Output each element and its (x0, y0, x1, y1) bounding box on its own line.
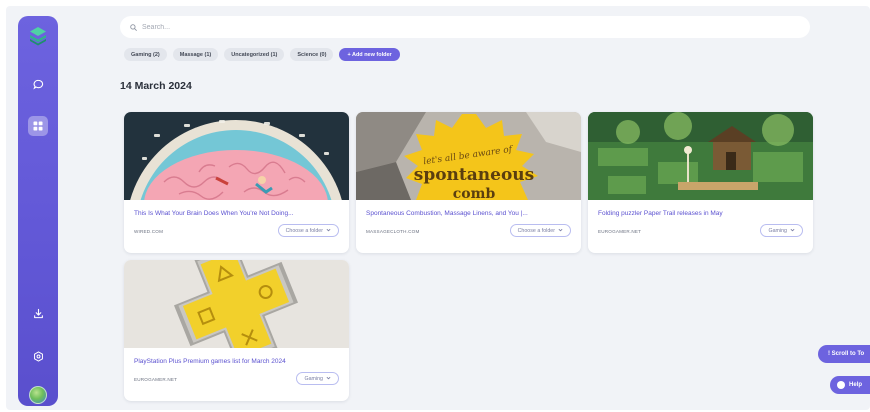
card-source: EUROGAMER.NET (134, 377, 178, 382)
date-heading: 14 March 2024 (120, 80, 192, 92)
folder-select-button[interactable]: Gaming (296, 372, 339, 385)
folder-button-label: Choose a folder (517, 227, 555, 234)
bookmark-card[interactable]: Folding puzzler Paper Trail releases in … (588, 112, 813, 253)
folder-select-button[interactable]: Gaming (760, 224, 803, 237)
thumbnail-text: spontaneous (414, 165, 534, 185)
search-icon (130, 18, 137, 36)
help-label: Help (849, 382, 863, 388)
app-logo[interactable] (26, 24, 50, 48)
scroll-to-top-button[interactable]: ! Scroll to To (818, 345, 870, 363)
help-icon (837, 381, 845, 389)
card-source: EUROGAMER.NET (598, 229, 642, 234)
card-source: MASSAGECLOTH.COM (366, 229, 420, 234)
bookmark-card[interactable]: This Is What Your Brain Does When You're… (124, 112, 349, 253)
choose-folder-button[interactable]: Choose a folder (509, 224, 571, 237)
chevron-down-icon (326, 376, 331, 382)
folder-button-label: Gaming (768, 227, 787, 234)
folder-button-label: Choose a folder (285, 227, 323, 234)
folder-chip-science[interactable]: Science (0) (290, 48, 334, 61)
folder-chip-uncategorized[interactable]: Uncategorized (1) (224, 48, 285, 61)
chat-icon[interactable] (28, 74, 48, 94)
download-icon[interactable] (28, 303, 48, 323)
card-title[interactable]: This Is What Your Brain Does When You're… (134, 210, 339, 217)
card-title[interactable]: PlayStation Plus Premium games list for … (134, 358, 339, 365)
grid-icon[interactable] (28, 116, 48, 136)
sidebar (18, 16, 58, 406)
card-thumbnail-playstation-plus (124, 260, 349, 348)
bookmark-card[interactable]: PlayStation Plus Premium games list for … (124, 260, 349, 401)
chevron-down-icon (790, 228, 795, 234)
add-folder-button[interactable]: + Add new folder (339, 48, 400, 61)
folder-chip-gaming[interactable]: Gaming (2) (124, 48, 167, 61)
card-title[interactable]: Folding puzzler Paper Trail releases in … (598, 210, 803, 217)
card-thumbnail-brain (124, 112, 349, 200)
choose-folder-button[interactable]: Choose a folder (277, 224, 339, 237)
folder-filter-bar: Gaming (2) Massage (1) Uncategorized (1)… (124, 48, 400, 61)
search-bar[interactable] (120, 16, 810, 38)
avatar[interactable] (29, 386, 47, 404)
app-window: Gaming (2) Massage (1) Uncategorized (1)… (6, 6, 870, 410)
card-title[interactable]: Spontaneous Combustion, Massage Linens, … (366, 210, 571, 217)
card-source: WIRED.COM (134, 229, 164, 234)
chevron-down-icon (558, 228, 563, 234)
bookmark-card[interactable]: let's all be aware of spontaneous comb S… (356, 112, 581, 253)
chevron-down-icon (326, 228, 331, 234)
settings-icon[interactable] (28, 346, 48, 366)
thumbnail-text: comb (453, 186, 496, 200)
card-thumbnail-spontaneous: let's all be aware of spontaneous comb (356, 112, 581, 200)
folder-button-label: Gaming (304, 375, 323, 382)
card-thumbnail-paper-trail (588, 112, 813, 200)
search-input[interactable] (142, 23, 742, 31)
help-button[interactable]: Help (830, 376, 870, 394)
folder-chip-massage[interactable]: Massage (1) (172, 48, 219, 61)
